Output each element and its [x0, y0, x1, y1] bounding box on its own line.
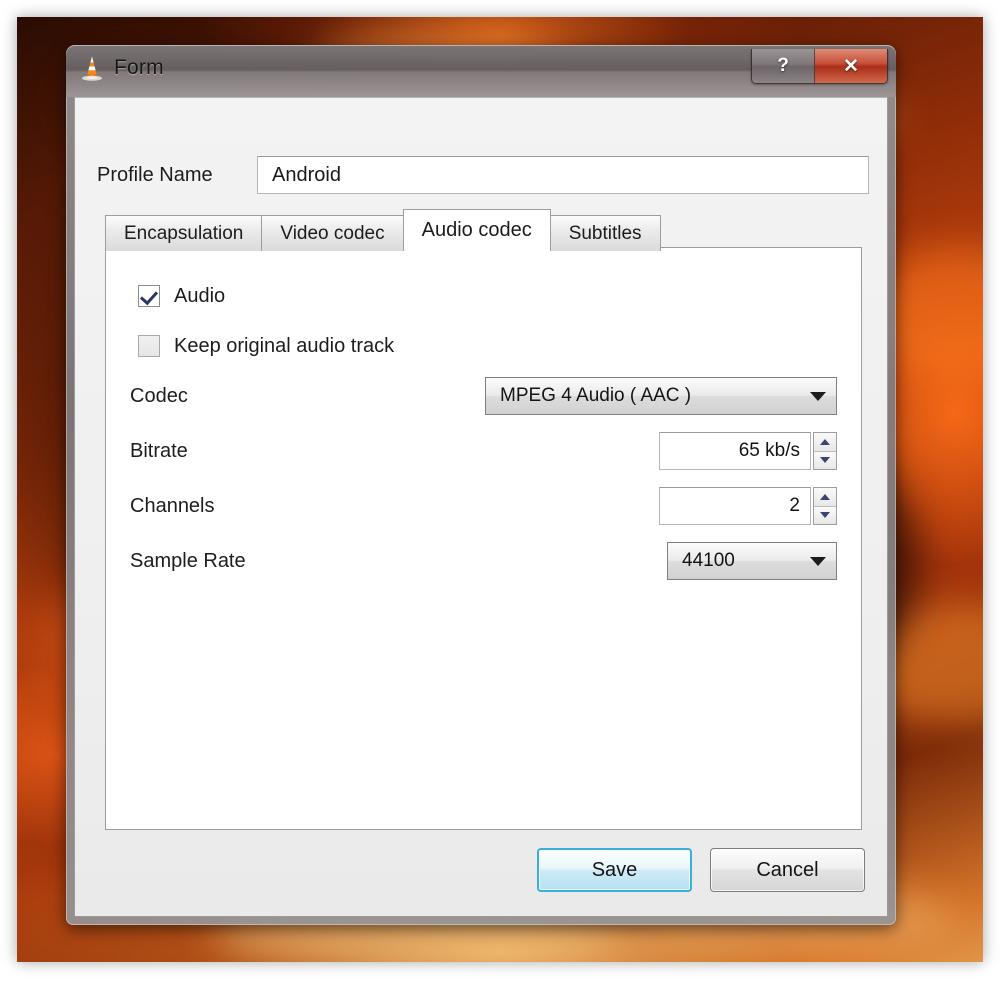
tab-label: Encapsulation: [124, 222, 244, 244]
codec-label: Codec: [130, 384, 188, 407]
tab-label: Audio codec: [421, 219, 532, 241]
keep-original-audio-track-checkbox[interactable]: [138, 335, 160, 357]
keep-original-audio-track-row: Keep original audio track: [106, 326, 861, 366]
audio-checkbox[interactable]: [138, 285, 160, 307]
tab-video-codec[interactable]: Video codec: [261, 215, 404, 251]
codec-dropdown[interactable]: MPEG 4 Audio ( AAC ): [485, 377, 837, 415]
channels-input[interactable]: 2: [659, 487, 811, 525]
dialog-footer: Save Cancel: [537, 848, 865, 892]
bitrate-input[interactable]: 65 kb/s: [659, 432, 811, 470]
channels-spinner-up-button[interactable]: [814, 488, 836, 506]
profile-name-row: Profile Name Android: [97, 155, 869, 195]
channels-spinner-down-button[interactable]: [814, 505, 836, 524]
bitrate-stepper: 65 kb/s: [659, 432, 837, 470]
caret-down-icon: [820, 512, 830, 519]
sample-rate-dropdown[interactable]: 44100: [667, 542, 837, 580]
save-button[interactable]: Save: [537, 848, 692, 892]
sample-rate-label: Sample Rate: [130, 549, 246, 572]
caret-up-icon: [820, 493, 830, 500]
bitrate-spinner-down-button[interactable]: [814, 450, 836, 469]
question-mark-icon: ?: [777, 55, 789, 76]
bitrate-row: Bitrate 65 kb/s: [106, 431, 861, 471]
caret-up-icon: [820, 438, 830, 445]
tab-label: Subtitles: [568, 222, 642, 244]
dialog-body: Profile Name Android Encapsulation Video…: [74, 97, 888, 917]
profile-name-label: Profile Name: [97, 163, 213, 186]
codec-row: Codec MPEG 4 Audio ( AAC ): [106, 376, 861, 416]
tab-label: Video codec: [280, 222, 385, 244]
audio-checkbox-row: Audio: [106, 276, 861, 316]
tab-bar: Encapsulation Video codec Audio codec Su…: [105, 209, 661, 251]
bitrate-label: Bitrate: [130, 439, 188, 462]
audio-checkbox-label[interactable]: Audio: [174, 285, 225, 308]
profile-edit-dialog: Form ? ✕ Profile Name Android Encapsulat…: [66, 45, 896, 925]
caret-down-icon: [820, 457, 830, 464]
sample-rate-value: 44100: [682, 550, 735, 571]
vlc-cone-icon: [82, 56, 102, 81]
title-bar-left: Form: [80, 55, 164, 81]
channels-stepper: 2: [659, 487, 837, 525]
channels-label: Channels: [130, 494, 215, 517]
save-button-label: Save: [591, 858, 638, 881]
audio-codec-panel: Audio Keep original audio track Codec MP…: [105, 247, 862, 830]
title-bar[interactable]: Form ? ✕: [66, 45, 896, 97]
codec-value: MPEG 4 Audio ( AAC ): [500, 385, 692, 406]
tab-subtitles[interactable]: Subtitles: [549, 215, 661, 251]
window-title: Form: [114, 56, 164, 79]
tab-audio-codec[interactable]: Audio codec: [402, 209, 551, 251]
cancel-button-label: Cancel: [756, 858, 819, 881]
close-button[interactable]: ✕: [815, 49, 887, 83]
cancel-button[interactable]: Cancel: [710, 848, 865, 892]
window-controls: ? ✕: [751, 49, 888, 84]
channels-spinner-buttons: [813, 487, 837, 525]
sample-rate-row: Sample Rate 44100: [106, 541, 861, 581]
close-icon: ✕: [843, 55, 859, 77]
profile-name-input[interactable]: Android: [257, 156, 869, 194]
chevron-down-icon: [810, 391, 826, 401]
tab-encapsulation[interactable]: Encapsulation: [105, 215, 263, 251]
page-root: Form ? ✕ Profile Name Android Encapsulat…: [0, 0, 1000, 1000]
channels-row: Channels 2: [106, 486, 861, 526]
chevron-down-icon: [810, 556, 826, 566]
help-button[interactable]: ?: [752, 49, 815, 83]
bitrate-spinner-up-button[interactable]: [814, 433, 836, 451]
bitrate-spinner-buttons: [813, 432, 837, 470]
keep-original-audio-track-label[interactable]: Keep original audio track: [174, 335, 394, 358]
